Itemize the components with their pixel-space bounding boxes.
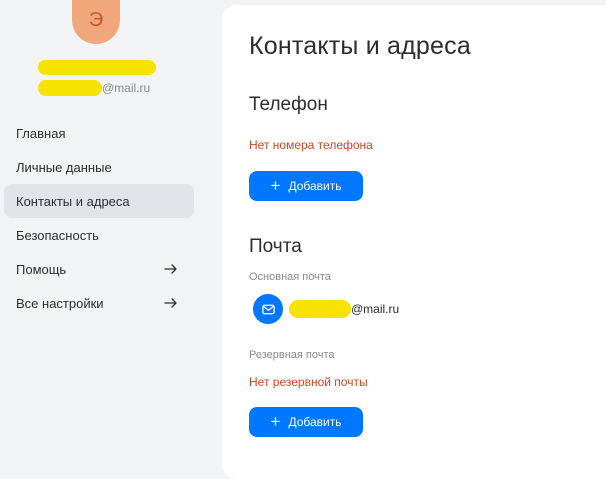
user-email-suffix: @mail.ru xyxy=(102,81,151,95)
phone-empty-text: Нет номера телефона xyxy=(249,138,373,152)
backup-mail-empty-text: Нет резервной почты xyxy=(249,375,368,389)
primary-mail-suffix: @mail.ru xyxy=(351,302,400,316)
sidebar-item-label: Контакты и адреса xyxy=(16,193,130,209)
user-name-redacted xyxy=(38,60,156,75)
primary-mail-redacted xyxy=(289,300,351,318)
sidebar-item-label: Личные данные xyxy=(16,159,112,175)
sidebar-item-personal-data[interactable]: Личные данные xyxy=(4,150,194,184)
sidebar-item-security[interactable]: Безопасность xyxy=(4,218,194,252)
add-backup-mail-label: Добавить xyxy=(288,415,342,429)
user-email: @mail.ru xyxy=(38,79,150,97)
sidebar-item-label: Безопасность xyxy=(16,227,99,243)
main-card: Контакты и адреса Телефон Нет номера тел… xyxy=(222,5,606,479)
primary-mail-row[interactable]: @mail.ru xyxy=(253,294,399,324)
sidebar-item-all-settings[interactable]: Все настройки xyxy=(4,286,194,320)
sidebar-item-label: Помощь xyxy=(16,261,67,277)
sidebar-item-contacts[interactable]: Контакты и адреса xyxy=(4,184,194,218)
primary-mail-label: Основная почта xyxy=(249,271,331,283)
arrow-right-icon xyxy=(164,264,177,274)
avatar[interactable]: Э xyxy=(72,0,120,44)
add-phone-button[interactable]: + Добавить xyxy=(249,171,363,201)
mail-section-title: Почта xyxy=(249,236,302,257)
sidebar-item-label: Все настройки xyxy=(16,295,104,311)
add-backup-mail-button[interactable]: + Добавить xyxy=(249,407,363,437)
avatar-letter: Э xyxy=(88,8,104,31)
sidebar-nav: Главная Личные данные Контакты и адреса … xyxy=(4,116,194,320)
arrow-right-icon xyxy=(164,298,177,308)
phone-section-title: Телефон xyxy=(249,94,328,115)
user-email-redacted xyxy=(38,80,102,96)
sidebar-item-main[interactable]: Главная xyxy=(4,116,194,150)
plus-icon: + xyxy=(270,411,281,431)
page-title: Контакты и адреса xyxy=(249,32,471,60)
backup-mail-label: Резервная почта xyxy=(249,349,335,361)
add-phone-label: Добавить xyxy=(288,179,342,193)
page: Э @mail.ru Главная Личные данные Контакт… xyxy=(0,0,606,479)
sidebar-item-label: Главная xyxy=(16,125,66,141)
sidebar: Э @mail.ru Главная Личные данные Контакт… xyxy=(0,0,210,479)
envelope-icon xyxy=(253,294,283,324)
sidebar-item-help[interactable]: Помощь xyxy=(4,252,194,286)
plus-icon: + xyxy=(270,175,281,195)
